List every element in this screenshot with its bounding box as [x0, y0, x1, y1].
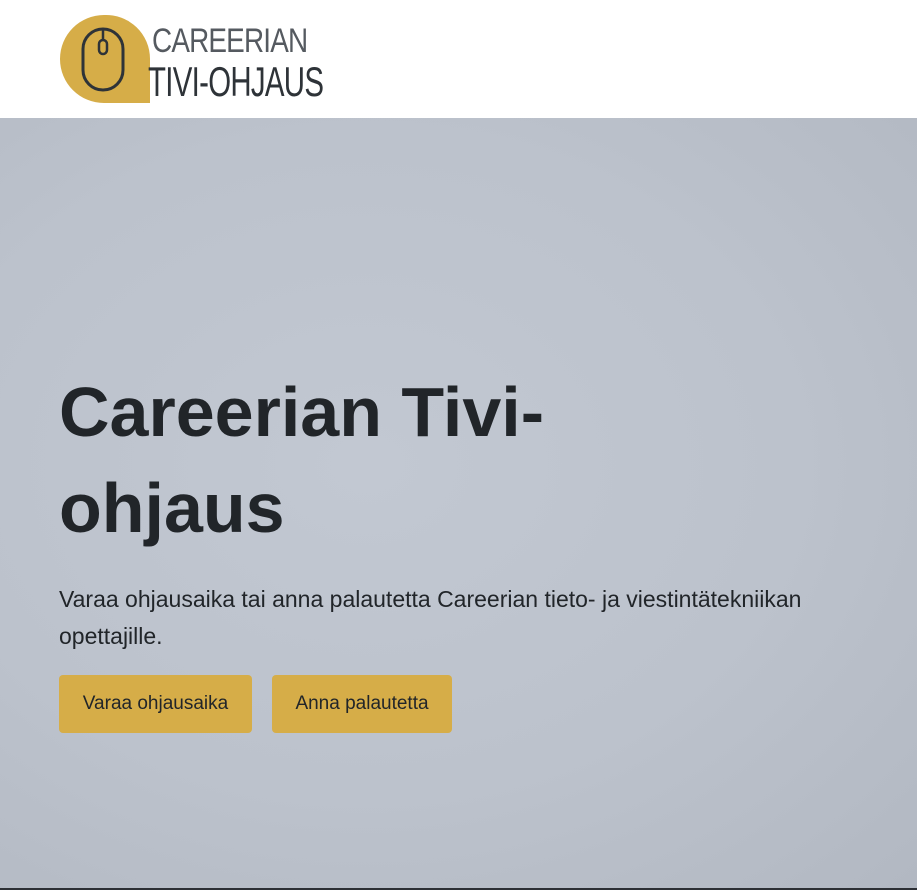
- hero-section: Careerian Tivi-ohjaus Varaa ohjausaika t…: [0, 118, 917, 888]
- hero-lead: Varaa ohjausaika tai anna palautetta Car…: [59, 586, 802, 649]
- site-header: CAREERIAN TIVI-OHJAUS: [0, 0, 917, 118]
- give-feedback-button[interactable]: Anna palautetta: [272, 675, 452, 733]
- logo-text-tivi-ohjaus: TIVI-OHJAUS: [148, 58, 324, 105]
- logo-text-careerian: CAREERIAN: [152, 22, 308, 60]
- book-appointment-button[interactable]: Varaa ohjausaika: [59, 675, 252, 733]
- hero-title: Careerian Tivi-ohjaus: [59, 373, 545, 547]
- site-logo[interactable]: CAREERIAN TIVI-OHJAUS: [58, 13, 324, 105]
- mouse-icon: [60, 14, 150, 103]
